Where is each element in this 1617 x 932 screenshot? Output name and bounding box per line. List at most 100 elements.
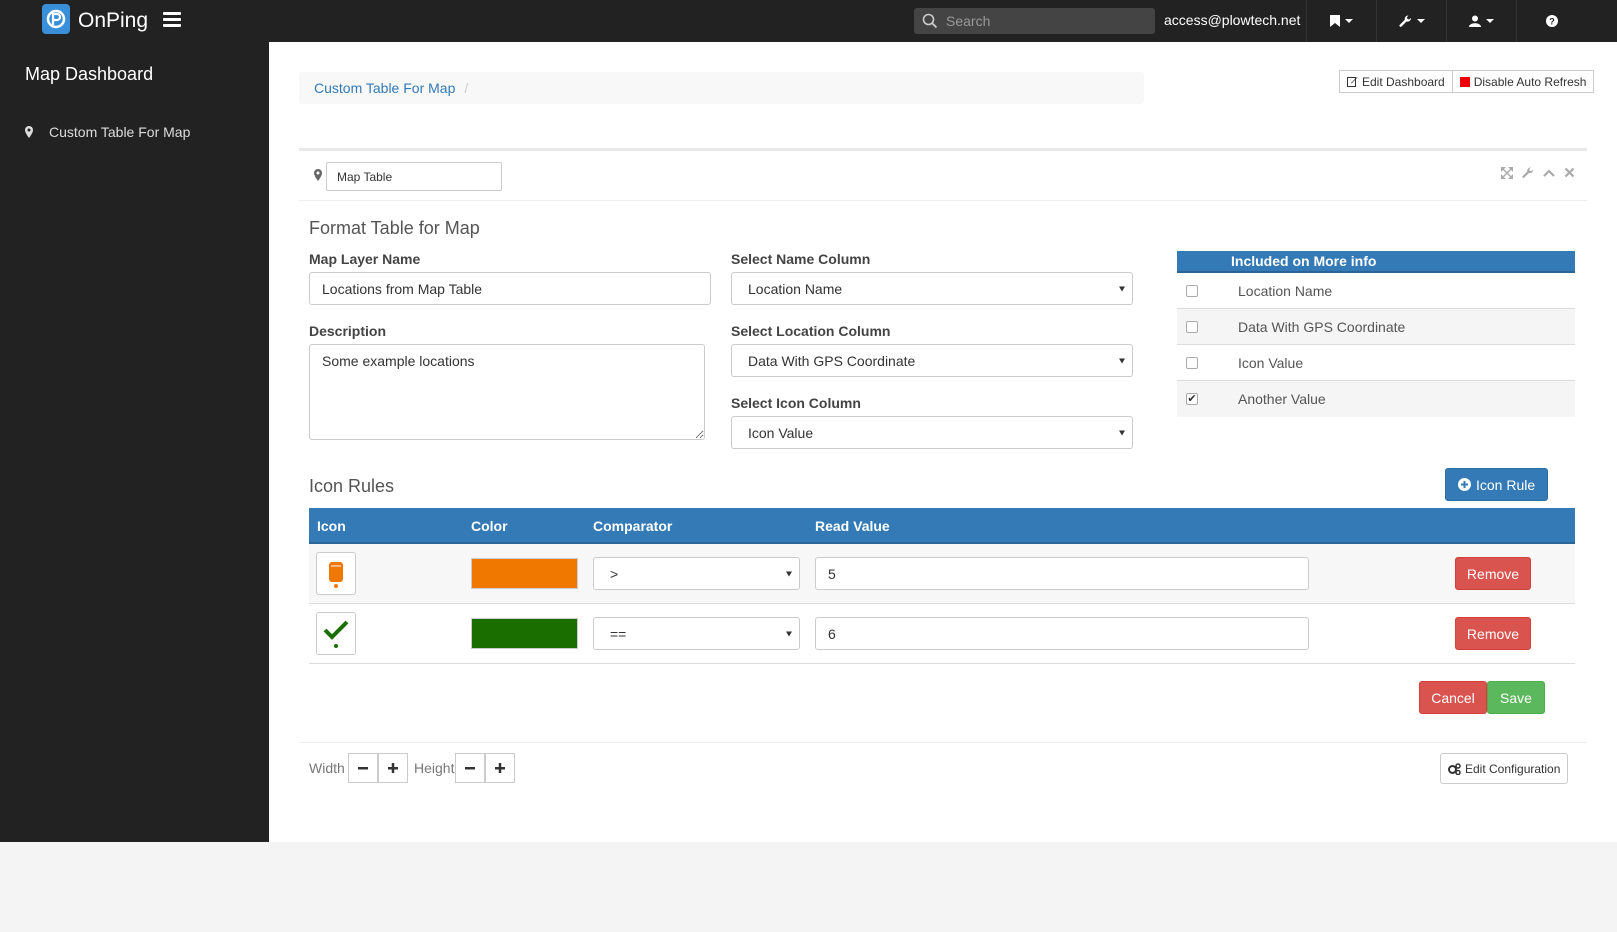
hamburger-menu-icon[interactable] [163, 12, 181, 27]
widget-header [299, 151, 1587, 201]
sidebar-item-label: Custom Table For Map [49, 124, 191, 140]
include-checkbox-checked[interactable]: ✔ [1186, 393, 1198, 405]
disable-auto-refresh-label: Disable Auto Refresh [1473, 74, 1587, 89]
edit-dashboard-label: Edit Dashboard [1362, 74, 1445, 89]
table-row: == Remove [309, 604, 1575, 664]
bookmark-icon [1330, 15, 1340, 27]
icon-picker-button[interactable] [316, 612, 356, 655]
name-column-select[interactable]: Location Name [731, 272, 1133, 305]
edit-dashboard-button[interactable]: Edit Dashboard [1339, 70, 1453, 93]
read-value-input[interactable] [815, 617, 1309, 650]
map-layer-name-input[interactable] [309, 272, 711, 305]
app-name[interactable]: OnPing [78, 9, 148, 33]
onping-logo-icon[interactable] [42, 4, 70, 34]
width-label: Width [309, 760, 345, 776]
chevron-down-icon [1119, 286, 1125, 291]
column-header-comparator: Comparator [593, 518, 673, 534]
help-button[interactable]: ? [1516, 0, 1586, 42]
icon-rules-header: Icon Color Comparator Read Value [309, 508, 1575, 544]
comparator-select[interactable]: == [593, 617, 800, 650]
svg-text:?: ? [1549, 17, 1555, 27]
icon-rules-body: > Remove == Remove [309, 544, 1575, 664]
name-column-label: Select Name Column [731, 251, 871, 267]
dashboard-canvas: Custom Table For Map / Edit Dashboard Di… [269, 42, 1617, 842]
plus-icon [495, 763, 505, 773]
color-swatch-green[interactable] [471, 618, 578, 649]
include-checkbox[interactable] [1186, 356, 1198, 369]
more-info-rows: Location Name Data With GPS Coordinate I… [1177, 273, 1575, 417]
cancel-label: Cancel [1431, 689, 1475, 706]
disable-auto-refresh-button[interactable]: Disable Auto Refresh [1452, 70, 1595, 93]
width-increase-button[interactable] [378, 753, 408, 783]
user-menu-button[interactable] [1446, 0, 1516, 42]
minus-icon [358, 767, 368, 770]
height-decrease-button[interactable] [455, 753, 485, 783]
cancel-button[interactable]: Cancel [1419, 681, 1487, 714]
add-icon-rule-label: Icon Rule [1476, 476, 1536, 493]
user-icon [1469, 15, 1481, 27]
user-email: access@plowtech.net [1164, 12, 1301, 28]
icon-column-value: Icon Value [748, 424, 814, 441]
icon-column-select[interactable]: Icon Value [731, 416, 1133, 449]
tools-menu-button[interactable] [1376, 0, 1446, 42]
content-area: Custom Table For Map / Edit Dashboard Di… [269, 42, 1617, 932]
more-info-row: Icon Value [1177, 345, 1575, 381]
description-textarea[interactable]: Some example locations [309, 344, 705, 440]
height-increase-button[interactable] [485, 753, 515, 783]
chevron-down-icon [1119, 358, 1125, 363]
more-info-row: ✔ Another Value [1177, 381, 1575, 417]
chevron-up-icon[interactable] [1543, 167, 1555, 179]
minus-icon [465, 767, 475, 770]
remove-label: Remove [1466, 565, 1520, 582]
close-icon[interactable] [1564, 167, 1575, 179]
chevron-down-icon [786, 631, 792, 636]
save-button[interactable]: Save [1487, 681, 1545, 714]
remove-label: Remove [1466, 625, 1520, 642]
name-column-value: Location Name [748, 280, 843, 297]
icon-picker-button[interactable] [316, 552, 356, 595]
icon-column-label: Select Icon Column [731, 395, 861, 411]
expand-icon[interactable] [1501, 167, 1513, 179]
more-info-label: Another Value [1238, 391, 1326, 407]
icon-rules-table: Icon Color Comparator Read Value > 5 Rem… [309, 508, 1575, 664]
save-label: Save [1500, 689, 1532, 706]
remove-rule-button[interactable]: Remove [1455, 617, 1531, 650]
edit-icon [1347, 77, 1358, 87]
width-decrease-button[interactable] [348, 753, 378, 783]
question-circle-icon: ? [1545, 15, 1558, 27]
comparator-value: > [610, 565, 619, 582]
location-column-label: Select Location Column [731, 323, 891, 339]
location-column-select[interactable]: Data With GPS Coordinate [731, 344, 1133, 377]
search-input[interactable] [946, 13, 1146, 29]
widget-title-input[interactable] [326, 162, 502, 191]
bookmark-menu-button[interactable] [1306, 0, 1376, 42]
edit-configuration-label: Edit Configuration [1465, 761, 1561, 776]
more-info-label: Icon Value [1238, 354, 1304, 371]
comparator-select[interactable]: > [593, 557, 800, 590]
chevron-down-icon [786, 571, 792, 576]
tank-icon [329, 561, 343, 588]
comparator-value: == [610, 625, 627, 642]
column-header-icon: Icon [317, 518, 346, 534]
format-section-title: Format Table for Map [309, 218, 480, 238]
check-icon [323, 620, 349, 648]
edit-configuration-button[interactable]: Edit Configuration [1440, 753, 1569, 784]
more-info-header: Included on More info [1177, 251, 1575, 273]
more-info-label: Data With GPS Coordinate [1238, 318, 1406, 335]
include-checkbox[interactable] [1186, 284, 1198, 297]
more-info-label: Location Name [1238, 282, 1333, 299]
column-header-color: Color [471, 518, 508, 534]
color-swatch-orange[interactable] [471, 558, 578, 589]
wrench-icon[interactable] [1522, 167, 1534, 179]
wrench-icon [1398, 14, 1411, 27]
remove-rule-button[interactable]: Remove [1455, 557, 1531, 590]
add-icon-rule-button[interactable]: Icon Rule [1445, 468, 1549, 501]
read-value-input[interactable] [815, 557, 1309, 590]
plus-circle-icon [1458, 478, 1471, 491]
breadcrumb-link[interactable]: Custom Table For Map [314, 80, 455, 96]
column-header-read-value: Read Value [815, 518, 890, 534]
dashboard-actions: Edit Dashboard Disable Auto Refresh [1339, 70, 1595, 93]
include-checkbox[interactable] [1186, 320, 1198, 333]
sidebar-item-custom-table-for-map[interactable]: Custom Table For Map [25, 124, 190, 140]
search-box[interactable] [914, 8, 1155, 34]
